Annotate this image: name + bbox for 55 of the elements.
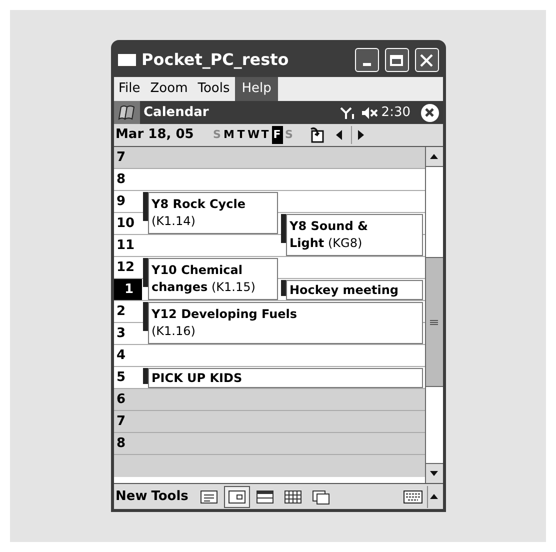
calendar-event[interactable]: Hockey meeting <box>286 280 422 300</box>
event-marker <box>142 192 148 222</box>
week-view-icon <box>256 488 274 504</box>
day-tab[interactable]: W <box>248 126 258 144</box>
maximize-button[interactable] <box>384 48 408 72</box>
signal-icon <box>340 106 354 120</box>
calendar-event[interactable]: Y8 Rock Cycle (K1.14) <box>148 192 278 234</box>
event-marker <box>142 258 148 288</box>
right-arrow-icon <box>356 130 364 140</box>
event-marker <box>142 302 148 332</box>
day-tab[interactable]: M <box>224 126 234 144</box>
year-view-icon <box>312 488 330 504</box>
menu-item[interactable]: Help <box>234 77 278 101</box>
down-arrow-icon <box>430 471 438 476</box>
minimize-button[interactable] <box>354 48 378 72</box>
day-tab[interactable]: F <box>272 126 282 144</box>
toolbar-menu[interactable]: Tools <box>151 486 188 506</box>
menu-item[interactable]: Tools <box>192 77 235 101</box>
day-view-icon <box>228 488 246 504</box>
window-title: Pocket_PC_resto <box>142 49 290 71</box>
go-to-today-icon[interactable] <box>308 127 324 143</box>
event-marker <box>280 214 286 244</box>
calendar-event[interactable]: Y8 Sound & Light (KG8) <box>286 214 422 256</box>
view-button[interactable] <box>224 486 250 508</box>
day-tab[interactable]: T <box>236 126 246 144</box>
start-button[interactable] <box>114 101 140 124</box>
close-icon <box>420 54 433 66</box>
menu-item[interactable]: File <box>114 77 146 101</box>
day-tab[interactable]: T <box>260 126 270 144</box>
hour-label[interactable]: 1 <box>114 279 142 301</box>
scrollbar-thumb[interactable] <box>426 257 442 387</box>
up-arrow-icon <box>430 154 438 159</box>
list-view-icon <box>200 488 218 504</box>
speaker-muted-icon <box>362 106 378 118</box>
toolbar-menu[interactable]: New <box>116 486 148 506</box>
keyboard-icon[interactable] <box>402 490 422 504</box>
grip-icon <box>430 320 438 324</box>
current-date: Mar 18, 05 <box>116 126 195 144</box>
calendar-event[interactable]: Y12 Developing Fuels (K1.16) <box>148 302 422 344</box>
close-button[interactable] <box>414 48 438 72</box>
clock-time: 2:30 <box>381 104 410 122</box>
scrollbar[interactable] <box>424 147 442 483</box>
calendar-event[interactable]: Y10 Chemical changes (K1.15) <box>148 258 278 300</box>
event-marker <box>142 368 148 384</box>
up-arrow-icon <box>430 494 438 499</box>
window-icon <box>118 54 136 66</box>
input-menu-button[interactable] <box>426 486 440 508</box>
menu-item[interactable]: Zoom <box>145 77 193 101</box>
event-marker <box>280 280 286 296</box>
left-arrow-icon <box>336 130 343 140</box>
close-icon <box>425 108 434 117</box>
calendar-event[interactable]: PICK UP KIDS <box>148 368 422 388</box>
month-view-icon <box>284 488 302 504</box>
close-button[interactable] <box>420 104 438 122</box>
app-title: Calendar <box>144 104 210 122</box>
